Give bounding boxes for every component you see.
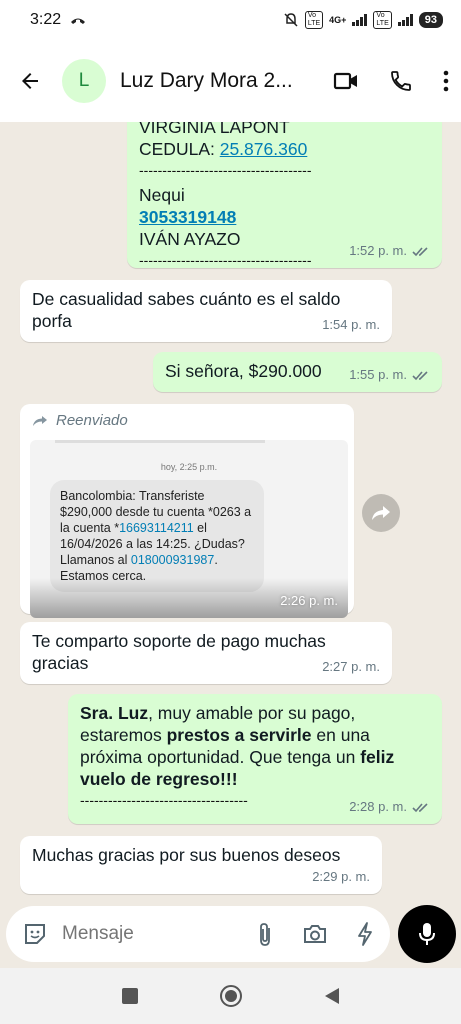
voice-call-icon[interactable] (389, 69, 413, 93)
volte-icon-2: Vo LTE (373, 11, 392, 29)
message-text: VIRGINIA LAPONT (139, 122, 290, 137)
message-meta: 1:54 p. m. (322, 314, 380, 336)
cedula-line: CEDULA: 25.876.360 (139, 139, 308, 159)
sms-phone-link: 018000931987 (130, 553, 215, 567)
attach-icon[interactable] (256, 921, 274, 947)
volte-icon: Vo LTE (304, 11, 324, 29)
message-time: 2:27 p. m. (322, 659, 380, 674)
read-receipt-icon (412, 370, 428, 380)
message-incoming[interactable]: Muchas gracias por sus buenos deseos 2:2… (20, 836, 382, 894)
camera-icon[interactable] (302, 923, 328, 945)
message-meta: 1:55 p. m. (349, 364, 430, 386)
forward-button[interactable] (362, 494, 400, 532)
sms-date-stamp: hoy, 2:25 p.m. (160, 462, 218, 472)
recents-icon[interactable] (121, 987, 139, 1005)
status-bar: 3:22 Vo LTE 4G+ Vo LTE 93 (0, 0, 461, 40)
message-text: Sra. Luz, muy amable por su pago, estare… (80, 703, 395, 789)
message-time: 1:52 p. m. (349, 243, 407, 258)
message-time: 1:55 p. m. (349, 367, 407, 382)
message-input[interactable] (62, 923, 222, 945)
message-meta: 1:52 p. m. (349, 240, 430, 262)
back-nav-icon[interactable] (323, 986, 341, 1006)
signal-icon-2 (397, 14, 413, 26)
sms-account-link: 16693114211 (119, 521, 194, 535)
message-outgoing[interactable]: Sra. Luz, muy amable por su pago, estare… (68, 694, 442, 824)
message-text: Te comparto soporte de pago muchas graci… (32, 631, 326, 673)
message-meta: 2:29 p. m. (312, 866, 370, 888)
image-top-strip (55, 440, 265, 443)
message-meta: 2:27 p. m. (322, 656, 380, 678)
phone-link[interactable]: 3053319148 (139, 206, 430, 228)
cedula-link[interactable]: 25.876.360 (220, 139, 308, 159)
call-status-icon (71, 18, 86, 24)
message-outgoing[interactable]: VIRGINIA LAPONT CEDULA: 25.876.360 -----… (127, 122, 442, 268)
status-icons: Vo LTE 4G+ Vo LTE 93 (283, 11, 443, 29)
message-time: 2:28 p. m. (349, 799, 407, 814)
contact-name[interactable]: Luz Dary Mora 2... (120, 69, 319, 93)
message-time: 1:54 p. m. (322, 317, 380, 332)
microphone-icon (419, 923, 435, 945)
nequi-label: Nequi (139, 185, 185, 205)
divider-line: ------------------------------------- (139, 162, 312, 178)
message-incoming[interactable]: Te comparto soporte de pago muchas graci… (20, 622, 392, 684)
message-text: Muchas gracias por sus buenos deseos (32, 845, 341, 865)
signal-icon (352, 14, 368, 26)
forwarded-label: Reenviado (56, 412, 128, 429)
forwarded-icon (33, 416, 47, 426)
home-icon[interactable] (219, 984, 243, 1008)
message-time: 2:29 p. m. (312, 869, 370, 884)
message-composer (6, 906, 390, 962)
sms-bubble: Bancolombia: Transferiste $290,000 desde… (50, 480, 264, 592)
back-arrow-icon[interactable] (18, 69, 42, 93)
message-meta: 2:28 p. m. (349, 796, 430, 818)
message-incoming-forwarded[interactable]: Reenviado hoy, 2:25 p.m. Bancolombia: Tr… (20, 404, 354, 618)
forwarded-row: Reenviado (32, 410, 128, 432)
network-type: 4G+ (329, 15, 347, 25)
read-receipt-icon (412, 246, 428, 256)
sticker-icon[interactable] (22, 921, 48, 947)
read-receipt-icon (412, 802, 428, 812)
video-call-icon[interactable] (333, 70, 359, 92)
message-incoming[interactable]: De casualidad sabes cuánto es el saldo p… (20, 280, 392, 342)
forwarded-image[interactable]: hoy, 2:25 p.m. Bancolombia: Transferiste… (30, 440, 348, 618)
forward-arrow-icon (372, 506, 390, 520)
system-nav-bar (0, 968, 461, 1024)
message-time: 2:26 p. m. (280, 593, 338, 608)
voice-record-button[interactable] (398, 905, 456, 963)
battery-level: 93 (418, 12, 443, 28)
quick-reply-icon[interactable] (356, 921, 374, 947)
chat-header: L Luz Dary Mora 2... (0, 40, 461, 122)
avatar[interactable]: L (62, 59, 106, 103)
mute-icon (284, 13, 298, 27)
status-time: 3:22 (30, 11, 62, 28)
more-options-icon[interactable] (443, 70, 449, 92)
message-outgoing[interactable]: Si señora, $290.000 1:55 p. m. (153, 352, 442, 392)
message-text: De casualidad sabes cuánto es el saldo p… (32, 289, 341, 331)
